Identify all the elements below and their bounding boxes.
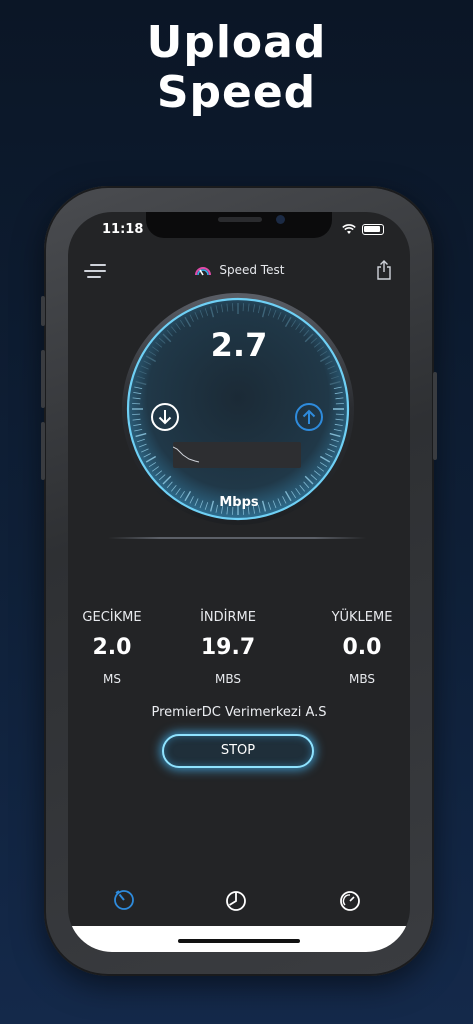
stat-download: İNDİRME 19.7 MBS bbox=[173, 610, 283, 686]
stat-unit: MBS bbox=[349, 672, 375, 686]
gauge-divider bbox=[108, 537, 366, 539]
speed-gauge bbox=[122, 293, 354, 525]
home-indicator[interactable] bbox=[178, 939, 300, 943]
tab-bar bbox=[68, 886, 410, 922]
gauge-speed-value: 2.7 bbox=[210, 326, 268, 364]
stat-value: 19.7 bbox=[200, 635, 256, 660]
promo-title-line2: Speed bbox=[156, 67, 317, 118]
stat-label: İNDİRME bbox=[200, 610, 256, 625]
promo-title-line1: Upload bbox=[146, 17, 327, 68]
stat-upload: YÜKLEME 0.0 MBS bbox=[307, 610, 410, 686]
stat-unit: MS bbox=[103, 672, 121, 686]
upload-arrow-icon[interactable] bbox=[294, 402, 324, 432]
server-name: PremierDC Verimerkezi A.S bbox=[151, 705, 327, 720]
phone-side-button bbox=[41, 296, 45, 326]
speed-history-graph bbox=[173, 442, 301, 468]
download-arrow-icon[interactable] bbox=[150, 402, 180, 432]
app-screen: 11:18 Speed Test 2.7 Mbps GECİKME 2.0 MS… bbox=[68, 212, 410, 952]
phone-power-button bbox=[433, 372, 437, 460]
stat-value: 0.0 bbox=[342, 635, 382, 660]
stat-label: GECİKME bbox=[82, 610, 142, 625]
tab-speedtest[interactable] bbox=[110, 886, 138, 914]
phone-volume-up bbox=[41, 350, 45, 408]
stat-value: 2.0 bbox=[92, 635, 132, 660]
tab-gauge[interactable] bbox=[336, 886, 364, 914]
tab-history[interactable] bbox=[222, 886, 250, 914]
stat-latency: GECİKME 2.0 MS bbox=[68, 610, 167, 686]
stat-label: YÜKLEME bbox=[331, 610, 393, 625]
stat-unit: MBS bbox=[215, 672, 241, 686]
stop-button[interactable]: STOP bbox=[162, 734, 314, 768]
gauge-unit: Mbps bbox=[219, 495, 259, 510]
phone-volume-down bbox=[41, 422, 45, 480]
promo-title: Upload Speed bbox=[0, 18, 473, 118]
